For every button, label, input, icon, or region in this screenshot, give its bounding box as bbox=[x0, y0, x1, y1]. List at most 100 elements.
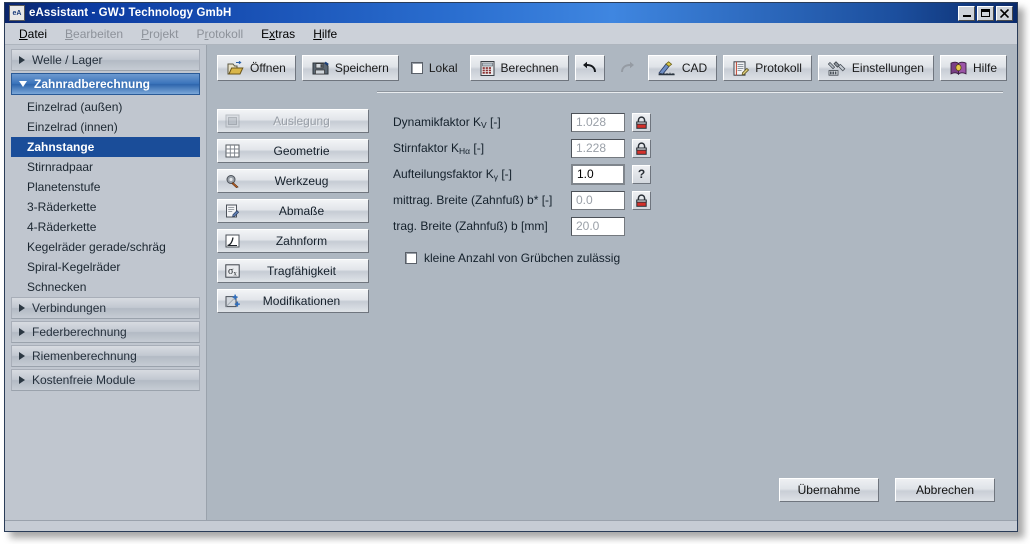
status-bar bbox=[5, 520, 1017, 531]
checkbox-icon[interactable] bbox=[405, 252, 417, 264]
sidebar-item-schnecken[interactable]: Schnecken bbox=[11, 277, 200, 297]
sidebar-group-federberechnung[interactable]: Federberechnung bbox=[11, 321, 200, 343]
toolbar-button-hilfe[interactable]: Hilfe bbox=[940, 55, 1007, 81]
sidebar-group-zahnradberechnung[interactable]: Zahnradberechnung bbox=[11, 73, 200, 95]
lock-closed-icon bbox=[635, 142, 648, 155]
field-input: 0.0 bbox=[571, 191, 625, 210]
form-row: Aufteilungsfaktor Kγ [-]1.0? bbox=[393, 161, 1017, 187]
sidebar-group-label: Welle / Lager bbox=[32, 53, 102, 67]
sidebar-group-welle-lager[interactable]: Welle / Lager bbox=[11, 49, 200, 71]
minimize-icon bbox=[963, 15, 971, 17]
nav-button-tragfähigkeit[interactable]: σxTragfähigkeit bbox=[217, 259, 369, 283]
nav-button-zahnform[interactable]: Zahnform bbox=[217, 229, 369, 253]
sidebar-item-einzelrad-innen-[interactable]: Einzelrad (innen) bbox=[11, 117, 200, 137]
redo-icon bbox=[618, 61, 636, 75]
toolbar-button-protokoll[interactable]: Protokoll bbox=[723, 55, 812, 81]
sidebar-item-einzelrad-außen-[interactable]: Einzelrad (außen) bbox=[11, 97, 200, 117]
apply-button[interactable]: Übernahme bbox=[779, 478, 879, 502]
field-input: 1.028 bbox=[571, 113, 625, 132]
application-window: eA eAssistant - GWJ Technology GmbH Date… bbox=[4, 2, 1018, 532]
lock-button[interactable] bbox=[632, 139, 651, 158]
sidebar-group-label: Riemenberechnung bbox=[32, 349, 137, 363]
open-folder-icon bbox=[227, 61, 244, 76]
sidebar-group-label: Federberechnung bbox=[32, 325, 127, 339]
nav-button-werkzeug[interactable]: Werkzeug bbox=[217, 169, 369, 193]
maximize-button[interactable] bbox=[977, 6, 994, 21]
sidebar-group-kostenfreie-module[interactable]: Kostenfreie Module bbox=[11, 369, 200, 391]
menu-protokoll[interactable]: Protokoll bbox=[196, 27, 243, 41]
nav-button-label: Werkzeug bbox=[249, 174, 368, 188]
layout-icon bbox=[224, 113, 241, 129]
lock-button[interactable] bbox=[632, 113, 651, 132]
sidebar-item-label: Stirnradpaar bbox=[27, 160, 93, 174]
menu-projekt[interactable]: Projekt bbox=[141, 27, 178, 41]
nav-button-abmaße[interactable]: Abmaße bbox=[217, 199, 369, 223]
nav-button-label: Modifikationen bbox=[249, 294, 368, 308]
menu-hilfe[interactable]: Hilfe bbox=[313, 27, 337, 41]
lock-button[interactable] bbox=[632, 191, 651, 210]
nav-button-modifikationen[interactable]: Modifikationen bbox=[217, 289, 369, 313]
content-area: Auslegung Geometrie Werkzeug Abmaße Zahnform… bbox=[207, 93, 1017, 520]
form-row: mittrag. Breite (Zahnfuß) b* [-]0.0 bbox=[393, 187, 1017, 213]
sidebar-item-zahnstange[interactable]: Zahnstange bbox=[11, 137, 200, 157]
chevron-right-icon bbox=[19, 352, 25, 360]
sidebar-item-label: 3-Räderkette bbox=[27, 200, 96, 214]
sidebar-item-label: Schnecken bbox=[27, 280, 86, 294]
cad-icon bbox=[658, 61, 676, 76]
sidebar-item-planetenstufe[interactable]: Planetenstufe bbox=[11, 177, 200, 197]
toolbar-button-label: Öffnen bbox=[250, 61, 286, 75]
sidebar-item-label: Einzelrad (außen) bbox=[27, 100, 122, 114]
form-row: Stirnfaktor KHα [-]1.228 bbox=[393, 135, 1017, 161]
toolbar-button-oeffnen[interactable]: Öffnen bbox=[217, 55, 296, 81]
checkbox-icon[interactable] bbox=[411, 62, 423, 74]
nav-button-label: Tragfähigkeit bbox=[249, 264, 368, 278]
field-input: 20.0 bbox=[571, 217, 625, 236]
modification-icon bbox=[224, 293, 241, 309]
sidebar-group-label: Verbindungen bbox=[32, 301, 106, 315]
help-question-button[interactable]: ? bbox=[632, 165, 651, 184]
nav-button-label: Auslegung bbox=[249, 114, 368, 128]
sidebar-item-4-räderkette[interactable]: 4-Räderkette bbox=[11, 217, 200, 237]
menu-extras[interactable]: Extras bbox=[261, 27, 295, 41]
sidebar-group-label: Kostenfreie Module bbox=[32, 373, 135, 387]
form-row: Dynamikfaktor KV [-]1.028 bbox=[393, 109, 1017, 135]
measure-icon bbox=[224, 203, 241, 219]
toolbar-button-einstellungen[interactable]: Einstellungen bbox=[818, 55, 934, 81]
nav-button-geometrie[interactable]: Geometrie bbox=[217, 139, 369, 163]
toolbar-button-berechnen[interactable]: Berechnen bbox=[470, 55, 569, 81]
sidebar-item-label: Zahnstange bbox=[27, 140, 94, 154]
toolbar-button-label: Speichern bbox=[335, 61, 389, 75]
chevron-right-icon bbox=[19, 376, 25, 384]
toolbar-checkbox-lokal[interactable]: Lokal bbox=[405, 55, 464, 81]
sidebar-group-verbindungen[interactable]: Verbindungen bbox=[11, 297, 200, 319]
field-input[interactable]: 1.0 bbox=[571, 164, 625, 185]
menu-bearbeiten[interactable]: Bearbeiten bbox=[65, 27, 123, 41]
minimize-button[interactable] bbox=[958, 6, 975, 21]
toolbar-button-redo[interactable] bbox=[611, 55, 642, 81]
sidebar-item-3-räderkette[interactable]: 3-Räderkette bbox=[11, 197, 200, 217]
toolbar-button-label: CAD bbox=[682, 61, 707, 75]
report-icon bbox=[733, 61, 749, 76]
sidebar-item-label: Planetenstufe bbox=[27, 180, 100, 194]
parameter-form: Dynamikfaktor KV [-]1.028Stirnfaktor KHα… bbox=[369, 107, 1017, 520]
svg-text:x: x bbox=[233, 270, 237, 278]
close-button[interactable] bbox=[996, 6, 1013, 21]
sidebar-item-stirnradpaar[interactable]: Stirnradpaar bbox=[11, 157, 200, 177]
field-label: mittrag. Breite (Zahnfuß) b* [-] bbox=[393, 193, 571, 207]
toolbar-checkbox-label: Lokal bbox=[429, 61, 458, 75]
sidebar-item-spiral-kegelräder[interactable]: Spiral-Kegelräder bbox=[11, 257, 200, 277]
field-label: trag. Breite (Zahnfuß) b [mm] bbox=[393, 219, 571, 233]
menu-datei[interactable]: Datei bbox=[19, 27, 47, 41]
sidebar-item-kegelräder-gerade-schräg[interactable]: Kegelräder gerade/schräg bbox=[11, 237, 200, 257]
nav-button-auslegung[interactable]: Auslegung bbox=[217, 109, 369, 133]
toolbar-button-speichern[interactable]: Speichern bbox=[302, 55, 399, 81]
toolbar-button-cad[interactable]: CAD bbox=[648, 55, 717, 81]
floppy-disk-icon bbox=[312, 61, 329, 76]
cancel-button[interactable]: Abbrechen bbox=[895, 478, 995, 502]
chevron-right-icon bbox=[19, 304, 25, 312]
checkbox-row-gruebchen[interactable]: kleine Anzahl von Grübchen zulässig bbox=[393, 251, 1017, 265]
sidebar-group-riemenberechnung[interactable]: Riemenberechnung bbox=[11, 345, 200, 367]
maximize-icon bbox=[981, 9, 990, 17]
form-row: trag. Breite (Zahnfuß) b [mm]20.0 bbox=[393, 213, 1017, 239]
toolbar-button-undo[interactable] bbox=[575, 55, 606, 81]
